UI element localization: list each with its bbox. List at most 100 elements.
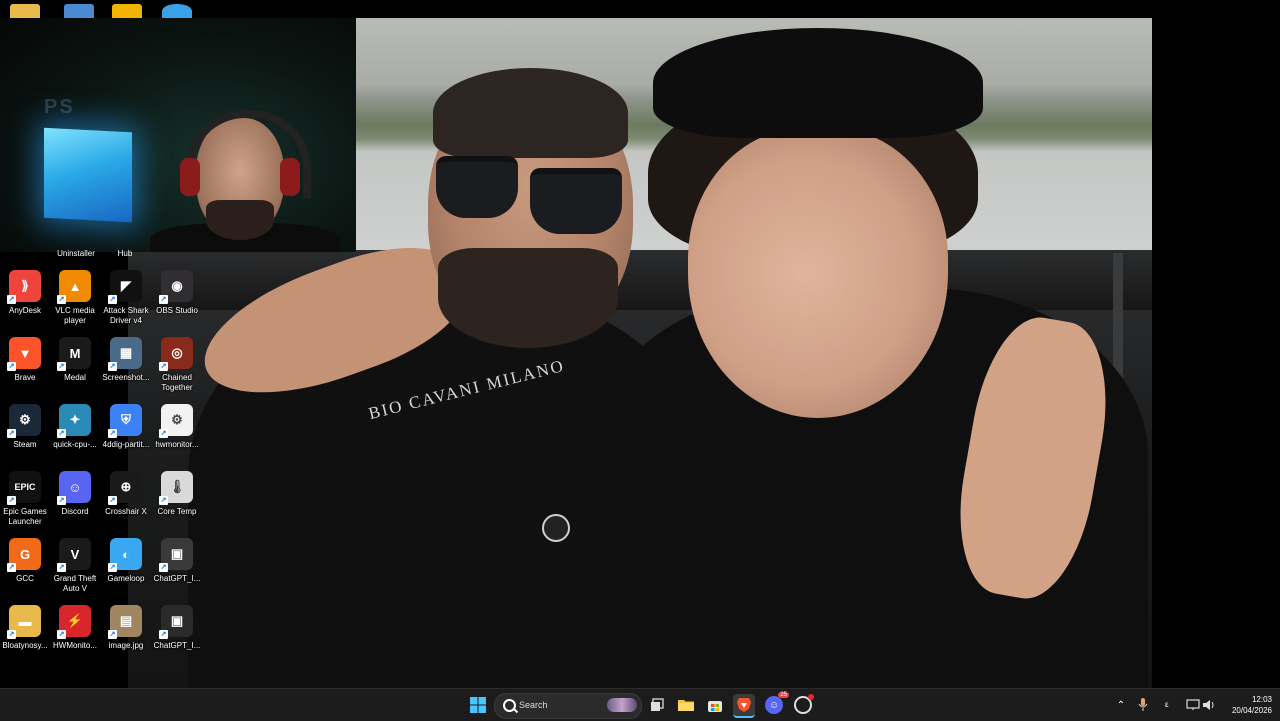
- desktop-icon[interactable]: ⚙ ↗ hwmonitor...: [149, 404, 205, 450]
- desktop-icon-label: Screenshot...: [102, 373, 150, 382]
- desktop-icon[interactable]: V ↗ Grand Theft Auto V: [47, 538, 103, 594]
- app-icon: G ↗: [7, 538, 41, 572]
- wallpaper-person-right-head: [688, 128, 948, 418]
- shortcut-arrow-icon: ↗: [159, 429, 168, 438]
- desktop-icon-label: Bloatynosy...: [2, 641, 48, 650]
- desktop-icon[interactable]: ⚙ ↗ Steam: [0, 404, 53, 450]
- wallpaper-sunglasses: [436, 156, 518, 218]
- desktop-icon-label: Epic Games Launcher: [3, 507, 47, 526]
- desktop-icon-label: ChatGPT_I...: [153, 574, 201, 583]
- desktop-icon[interactable]: ⊕ ↗ Crosshair X: [98, 471, 154, 517]
- volume-button[interactable]: [1198, 694, 1220, 716]
- taskbar: Search ☺ 25 ⌃ ε 12:03 20/04/2026: [0, 688, 1280, 721]
- folder-icon[interactable]: [10, 4, 40, 18]
- app-taskbar-button[interactable]: [792, 694, 814, 716]
- desktop-icon[interactable]: 🌡 ↗ Core Temp: [149, 471, 205, 517]
- desktop-icon-label: GCC: [16, 574, 34, 583]
- shortcut-arrow-icon: ↗: [57, 563, 66, 572]
- brave-icon: [737, 698, 751, 712]
- task-view-icon: [651, 698, 664, 711]
- shortcut-arrow-icon: ↗: [57, 429, 66, 438]
- desktop-icon[interactable]: M ↗ Medal: [47, 337, 103, 383]
- desktop-icon-label: Brave: [14, 373, 36, 382]
- wallpaper-cap: [653, 28, 983, 138]
- shortcut-arrow-icon: ↗: [108, 429, 117, 438]
- desktop-icon-label: ChatGPT_I...: [153, 641, 201, 650]
- start-button[interactable]: [467, 694, 489, 716]
- store-icon: [708, 701, 722, 712]
- desktop-icon-label: Gameloop: [107, 574, 145, 583]
- webcam-background-monitor: [44, 127, 132, 223]
- brave-taskbar-button[interactable]: [733, 694, 755, 718]
- desktop-icon[interactable]: EPIC ↗ Epic Games Launcher: [0, 471, 53, 527]
- desktop-icon[interactable]: ▣ ↗ ChatGPT_I...: [149, 538, 205, 584]
- desktop-icon-label: Crosshair X: [105, 507, 147, 516]
- desktop-icon-label: AnyDesk: [8, 306, 41, 315]
- shortcut-arrow-icon: ↗: [159, 496, 168, 505]
- webcam-overlay: PS: [0, 18, 356, 252]
- desktop-icon[interactable]: ▼ ↗ Brave: [0, 337, 53, 383]
- app-icon[interactable]: [64, 4, 94, 18]
- desktop-icon[interactable]: ▲ ↗ VLC media player: [47, 270, 103, 326]
- app-icon: ▦ ↗: [108, 337, 142, 371]
- app-icon: 🌡 ↗: [159, 471, 193, 505]
- app-icon: ▣ ↗: [159, 538, 193, 572]
- app-icon: ⊕ ↗: [108, 471, 142, 505]
- desktop-icon[interactable]: ◐ ↗ Gameloop: [98, 538, 154, 584]
- desktop-icon[interactable]: ⟫ ↗ AnyDesk: [0, 270, 53, 316]
- shortcut-arrow-icon: ↗: [159, 362, 168, 371]
- desktop-icon[interactable]: ◎ ↗ Chained Together: [149, 337, 205, 393]
- shortcut-arrow-icon: ↗: [57, 362, 66, 371]
- app-icon: ◎ ↗: [159, 337, 193, 371]
- desktop-icon[interactable]: ▣ ↗ ChatGPT_I...: [149, 605, 205, 651]
- desktop-icon[interactable]: ☺ ↗ Discord: [47, 471, 103, 517]
- show-hidden-icons-button[interactable]: ⌃: [1110, 694, 1132, 716]
- wallpaper-person-left-beard: [438, 248, 618, 348]
- app-icon: ▣ ↗: [159, 605, 193, 639]
- desktop-icon[interactable]: ▬ ↗ Bloatynosy...: [0, 605, 53, 651]
- desktop-icon[interactable]: ▦ ↗ Screenshot...: [98, 337, 154, 383]
- desktop-icon[interactable]: ⚡ ↗ HWMonito...: [47, 605, 103, 651]
- desktop-icon[interactable]: ◤ ↗ Attack Shark Driver v4: [98, 270, 154, 326]
- app-icon: ☺ ↗: [57, 471, 91, 505]
- search-label: Search: [519, 700, 548, 710]
- desktop-icon[interactable]: ✦ ↗ quick-cpu-...: [47, 404, 103, 450]
- app-icon: ⚙ ↗: [159, 404, 193, 438]
- microphone-icon: [1138, 698, 1148, 711]
- headphone-cup: [280, 158, 300, 196]
- app-icon: ⟫ ↗: [7, 270, 41, 304]
- microphone-button[interactable]: [1132, 694, 1154, 716]
- shortcut-arrow-icon: ↗: [159, 630, 168, 639]
- headphone-cup: [180, 158, 200, 196]
- app-icon: EPIC ↗: [7, 471, 41, 505]
- notification-dot: [808, 694, 814, 700]
- desktop-icon-label: HWMonito...: [52, 641, 97, 650]
- chevron-up-icon: ⌃: [1116, 699, 1126, 711]
- webcam-logo-text: PS: [44, 96, 75, 118]
- shortcut-arrow-icon: ↗: [108, 496, 117, 505]
- desktop-icon-label: 4ddig-partit...: [102, 440, 150, 449]
- system-clock[interactable]: 12:03 20/04/2026: [1220, 694, 1272, 716]
- shortcut-arrow-icon: ↗: [159, 295, 168, 304]
- microsoft-store-button[interactable]: [704, 694, 726, 716]
- desktop-icon[interactable]: ⛨ ↗ 4ddig-partit...: [98, 404, 154, 450]
- task-view-button[interactable]: [646, 694, 668, 716]
- discord-icon: ☺: [765, 696, 783, 714]
- desktop-icon[interactable]: G ↗ GCC: [0, 538, 53, 584]
- shortcut-arrow-icon: ↗: [7, 630, 16, 639]
- app-icon[interactable]: [112, 4, 142, 18]
- app-icon: ✦ ↗: [57, 404, 91, 438]
- desktop-icon-label: Discord: [61, 507, 89, 516]
- file-explorer-button[interactable]: [675, 694, 697, 716]
- desktop-icon[interactable]: ◉ ↗ OBS Studio: [149, 270, 205, 316]
- app-icon: ▼ ↗: [7, 337, 41, 371]
- taskbar-search-box[interactable]: Search: [494, 693, 642, 719]
- top-icon-strip: [0, 0, 200, 18]
- desktop-icon-label-cut[interactable]: Hub: [90, 249, 160, 258]
- app-icon[interactable]: [162, 4, 192, 18]
- wallpaper-sunglasses: [530, 168, 622, 234]
- input-language-indicator[interactable]: ε: [1165, 700, 1169, 709]
- webcam-person-beard: [206, 200, 274, 240]
- discord-taskbar-button[interactable]: ☺ 25: [763, 692, 789, 716]
- desktop-icon[interactable]: ▤ ↗ image.jpg: [98, 605, 154, 651]
